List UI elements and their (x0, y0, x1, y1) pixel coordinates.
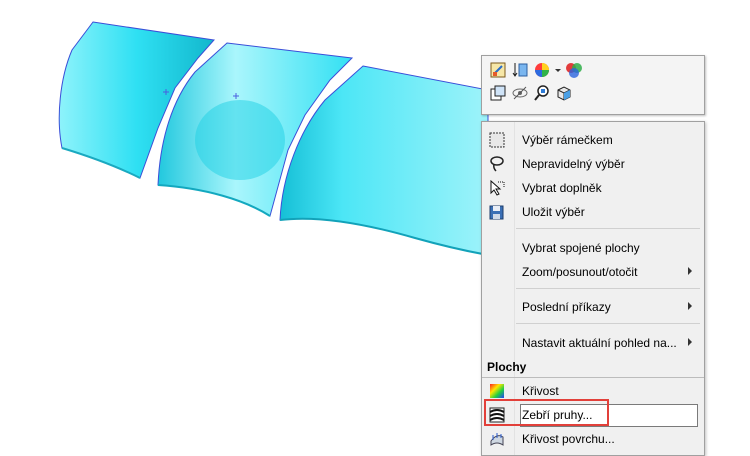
submenu-arrow-icon (688, 338, 692, 346)
appearance-icon[interactable] (532, 60, 552, 80)
normal-to-icon[interactable] (510, 60, 530, 80)
zoom-to-selection-icon[interactable] (532, 83, 552, 103)
save-selection-icon (488, 203, 506, 221)
menu-item-set-current-view[interactable]: Nastavit aktuální pohled na... (482, 331, 704, 355)
menu-item-box-select[interactable]: Výběr rámečkem (482, 128, 704, 152)
select-cursor-icon (488, 179, 506, 197)
menu-item-recent-commands[interactable]: Poslední příkazy (482, 295, 704, 319)
menu-item-lasso-select[interactable]: Nepravidelný výběr (482, 152, 704, 176)
submenu-arrow-icon (688, 302, 692, 310)
hide-show-icon[interactable] (488, 83, 508, 103)
curvature-icon (488, 382, 506, 400)
view-orientation-icon[interactable] (554, 83, 574, 103)
display-style-icon[interactable] (564, 60, 584, 80)
menu-item-surface-curvature[interactable]: Křivost povrchu... (482, 427, 704, 451)
menu-item-select-other[interactable]: Vybrat doplněk (482, 176, 704, 200)
menu-item-zoom-pan-rotate[interactable]: Zoom/posunout/otočit (482, 260, 704, 284)
menu-separator (516, 323, 700, 324)
menu-section-divider (482, 377, 704, 378)
submenu-arrow-icon (688, 267, 692, 275)
menu-item-save-selection[interactable]: Uložit výběr (482, 200, 704, 224)
menu-separator (516, 228, 700, 229)
lasso-icon (488, 155, 506, 173)
edit-sketch-icon[interactable] (488, 60, 508, 80)
box-select-icon (488, 131, 506, 149)
menu-item-select-tangency[interactable]: Vybrat spojené plochy (482, 236, 704, 260)
hide-icon[interactable] (510, 83, 530, 103)
surface-curvature-icon (488, 430, 506, 448)
menu-section-title: Plochy (487, 360, 527, 374)
dropdown-icon[interactable] (554, 60, 562, 80)
menu-separator (516, 288, 700, 289)
context-toolbar (481, 55, 705, 115)
